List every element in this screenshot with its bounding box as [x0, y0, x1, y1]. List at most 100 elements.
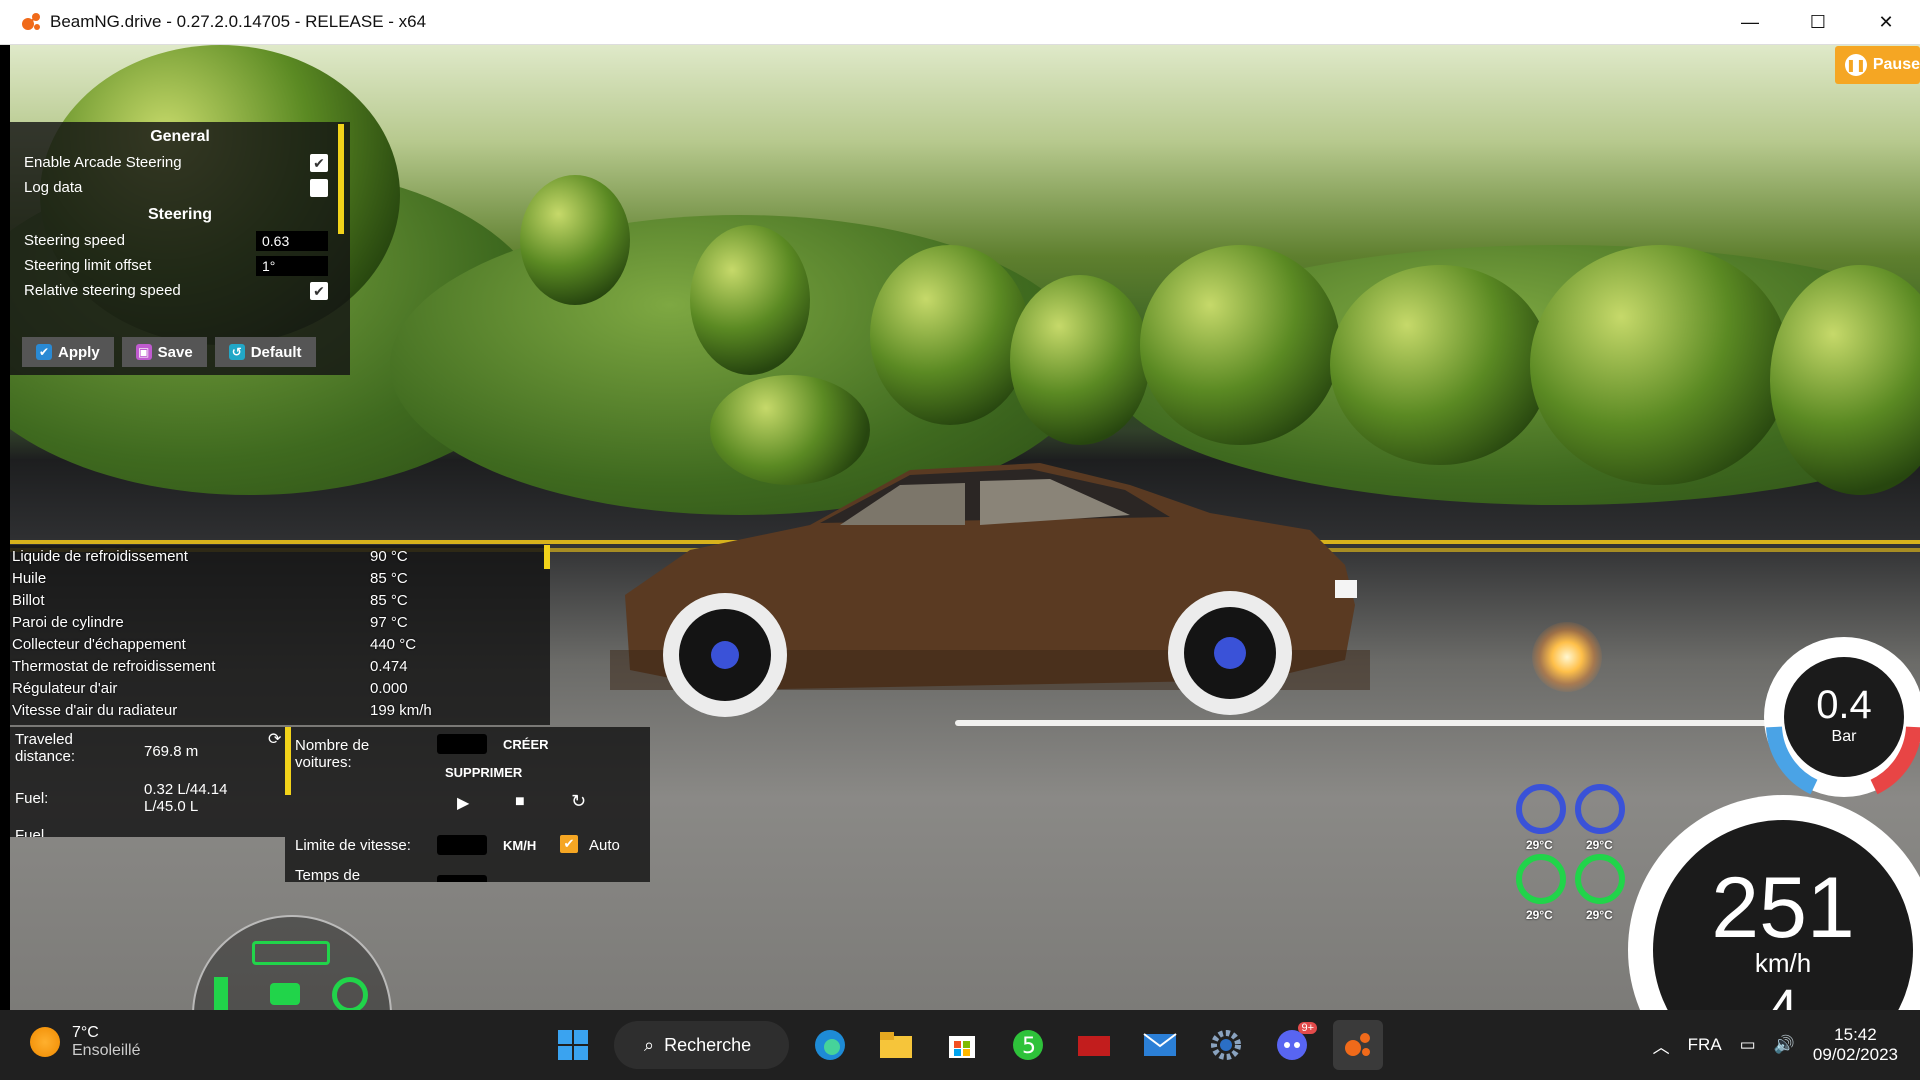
discord-icon[interactable]: 9+	[1267, 1020, 1317, 1070]
save-label: Save	[157, 343, 193, 361]
save-button[interactable]: ▣ Save	[121, 337, 207, 367]
temp-label: Liquide de refroidissement	[12, 547, 188, 565]
volume-icon[interactable]: 🔊	[1774, 1035, 1795, 1055]
speed-value: 251	[1711, 860, 1855, 956]
temp-value: 0.474	[370, 657, 408, 675]
engine-block-icon	[252, 941, 330, 965]
edge-icon[interactable]	[805, 1020, 855, 1070]
steering-limit-input[interactable]: 1°	[256, 255, 328, 276]
maximize-button[interactable]: ☐	[1784, 0, 1852, 45]
tree	[870, 245, 1030, 425]
temp-label: Thermostat de refroidissement	[12, 657, 216, 675]
temp-label: Huile	[12, 569, 47, 587]
setting-label: Steering speed	[24, 232, 125, 249]
apply-button[interactable]: ✔ Apply	[22, 337, 114, 367]
app-wf-icon[interactable]	[1069, 1020, 1119, 1070]
thermometer-icon	[214, 977, 228, 1011]
speed-limit-input[interactable]	[437, 835, 487, 855]
weather-temp: 7°C	[72, 1024, 99, 1041]
language-indicator[interactable]: FRA	[1688, 1035, 1722, 1055]
car-count-label: Nombre de voitures:	[295, 737, 370, 771]
pause-button[interactable]: ❚❚ Pause	[1835, 46, 1920, 84]
temp-label: Billot	[12, 591, 45, 609]
clock-date: 09/02/2023	[1812, 1045, 1898, 1064]
windows-start-icon[interactable]	[548, 1020, 598, 1070]
default-button[interactable]: ↺ Default	[214, 337, 316, 367]
brake-temp: 29°C	[1586, 908, 1613, 922]
app-green-icon[interactable]: 5	[1003, 1020, 1053, 1070]
network-icon[interactable]: ▭	[1740, 1035, 1756, 1055]
time-input[interactable]	[437, 875, 487, 882]
auto-checkbox[interactable]: ✔	[560, 835, 578, 853]
traveled-label: Traveled distance:	[15, 731, 76, 765]
temp-label: Collecteur d'échappement	[12, 635, 186, 653]
window-titlebar: BeamNG.drive - 0.27.2.0.14705 - RELEASE …	[0, 0, 1920, 45]
pause-icon: ❚❚	[1845, 54, 1867, 76]
svg-text:5: 5	[1022, 1034, 1036, 1059]
temp-row: Vitesse d'air du radiateur 199 km/h	[10, 699, 550, 721]
auto-label: Auto	[589, 837, 620, 854]
fuel-label: Fuel:	[15, 790, 49, 807]
temp-value: 199 km/h	[370, 701, 432, 719]
setting-label: Relative steering speed	[24, 282, 181, 299]
boost-gauge: 0.4 Bar	[1764, 637, 1920, 797]
setting-label: Log data	[24, 179, 83, 196]
scrollbar-thumb[interactable]	[544, 545, 550, 569]
tree	[690, 225, 810, 375]
taskbar-search[interactable]: ⌕ Recherche	[614, 1021, 789, 1069]
mail-icon[interactable]	[1135, 1020, 1185, 1070]
traveled-value: 769.8 m	[144, 743, 199, 760]
tree	[1010, 275, 1150, 445]
traffic-panel: Nombre de voitures: CRÉER SUPPRIMER ▶ ■ …	[285, 727, 650, 882]
create-button[interactable]: CRÉER	[503, 737, 549, 752]
relative-steering-checkbox[interactable]: ✔	[310, 281, 328, 300]
stop-icon[interactable]: ■	[515, 793, 525, 811]
refresh-icon[interactable]: ⟳	[268, 729, 281, 749]
check-icon: ✔	[36, 344, 52, 360]
front-left-brake-icon	[1516, 784, 1566, 834]
minimize-button[interactable]: —	[1716, 0, 1784, 45]
setting-row-relative-steering: Relative steering speed ✔	[10, 278, 350, 303]
clock[interactable]: 15:42 09/02/2023	[1813, 1025, 1898, 1065]
scrollbar-thumb[interactable]	[285, 727, 291, 795]
sun-icon	[30, 1027, 60, 1057]
beamng-app-icon	[20, 11, 42, 33]
car-count-input[interactable]	[437, 734, 487, 754]
delete-button[interactable]: SUPPRIMER	[445, 765, 522, 780]
windows-taskbar: 7°C Ensoleillé ⌕ Recherche 5 9+ ︿ FRA ▭ …	[0, 1010, 1920, 1080]
discord-badge: 9+	[1298, 1022, 1317, 1034]
beamng-taskbar-icon[interactable]	[1333, 1020, 1383, 1070]
default-label: Default	[250, 343, 302, 361]
chevron-up-icon[interactable]: ︿	[1653, 1033, 1670, 1058]
play-icon[interactable]: ▶	[457, 793, 469, 813]
speed-limit-label: Limite de vitesse:	[295, 837, 411, 854]
speed-unit: KM/H	[503, 838, 537, 853]
fuel-label-2: Fuel	[15, 827, 45, 837]
engine-temps-panel: Liquide de refroidissement 90 °C Huile 85 …	[10, 545, 550, 725]
exhaust-flame	[1532, 622, 1602, 692]
turbo-icon	[332, 977, 368, 1013]
file-explorer-icon[interactable]	[871, 1020, 921, 1070]
rear-left-brake-icon	[1516, 854, 1566, 904]
log-data-checkbox[interactable]	[310, 178, 328, 197]
steering-speed-input[interactable]: 0.63	[256, 230, 328, 251]
settings-gear-icon[interactable]	[1201, 1020, 1251, 1070]
arcade-steering-checkbox[interactable]: ✔	[310, 153, 328, 172]
apply-label: Apply	[58, 343, 100, 361]
temp-row: Huile 85 °C	[10, 567, 550, 589]
reload-icon[interactable]: ↻	[571, 791, 586, 812]
window-title: BeamNG.drive - 0.27.2.0.14705 - RELEASE …	[50, 12, 427, 31]
brake-temp: 29°C	[1586, 838, 1613, 852]
search-label: Recherche	[664, 1034, 752, 1055]
temp-value: 85 °C	[370, 591, 408, 609]
front-right-brake-icon	[1575, 784, 1625, 834]
temp-label: Paroi de cylindre	[12, 613, 124, 631]
microsoft-store-icon[interactable]	[937, 1020, 987, 1070]
player-car	[610, 463, 1370, 717]
speed-unit: km/h	[1754, 948, 1812, 978]
section-title-general: General	[150, 128, 210, 145]
close-button[interactable]: ✕	[1852, 0, 1920, 45]
weather-widget[interactable]: 7°C Ensoleillé	[30, 1024, 140, 1060]
temp-row: Thermostat de refroidissement 0.474	[10, 655, 550, 677]
setting-row-log-data: Log data	[10, 175, 350, 200]
